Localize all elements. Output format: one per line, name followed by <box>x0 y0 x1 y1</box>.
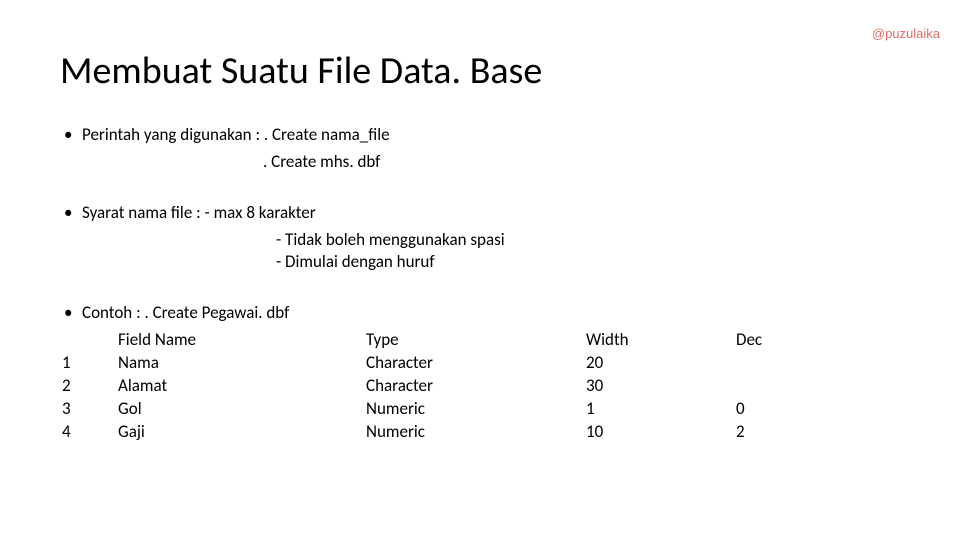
cell-field: Alamat <box>118 375 366 398</box>
page-title: Membuat Suatu File Data. Base <box>60 50 900 94</box>
watermark: @puzulaika <box>872 26 940 41</box>
cell-dec: 2 <box>736 421 840 444</box>
block-perintah: Perintah yang digunakan : . Create nama_… <box>60 124 900 174</box>
cell-num: 1 <box>60 352 118 375</box>
cell-type: Numeric <box>366 421 586 444</box>
col-type-header: Type <box>366 329 586 352</box>
syarat-line3: - Dimulai dengan huruf <box>60 251 900 274</box>
table-row: 3 Gol Numeric 1 0 <box>60 398 840 421</box>
col-num-header <box>60 329 118 352</box>
cell-field: Nama <box>118 352 366 375</box>
col-width-header: Width <box>586 329 736 352</box>
cell-num: 3 <box>60 398 118 421</box>
col-dec-header: Dec <box>736 329 840 352</box>
cell-width: 10 <box>586 421 736 444</box>
body-text: Perintah yang digunakan : . Create nama_… <box>60 124 900 444</box>
cell-dec: 0 <box>736 398 840 421</box>
slide-content: Membuat Suatu File Data. Base Perintah y… <box>0 0 960 444</box>
bullet-syarat: Syarat nama file : - max 8 karakter <box>60 202 900 225</box>
cell-width: 30 <box>586 375 736 398</box>
col-field-header: Field Name <box>118 329 366 352</box>
table-header-row: Field Name Type Width Dec <box>60 329 840 352</box>
cell-type: Character <box>366 375 586 398</box>
cell-type: Character <box>366 352 586 375</box>
cell-width: 20 <box>586 352 736 375</box>
cell-field: Gol <box>118 398 366 421</box>
cell-dec <box>736 375 840 398</box>
block-contoh: Contoh : . Create Pegawai. dbf Field Nam… <box>60 302 900 444</box>
cell-type: Numeric <box>366 398 586 421</box>
cell-num: 2 <box>60 375 118 398</box>
syarat-line2: - Tidak boleh menggunakan spasi <box>60 229 900 252</box>
table-row: 1 Nama Character 20 <box>60 352 840 375</box>
cell-dec <box>736 352 840 375</box>
cell-width: 1 <box>586 398 736 421</box>
block-syarat: Syarat nama file : - max 8 karakter - Ti… <box>60 202 900 275</box>
cell-field: Gaji <box>118 421 366 444</box>
cell-num: 4 <box>60 421 118 444</box>
perintah-line2: . Create mhs. dbf <box>60 151 900 174</box>
bullet-perintah: Perintah yang digunakan : . Create nama_… <box>60 124 900 147</box>
table-row: 4 Gaji Numeric 10 2 <box>60 421 840 444</box>
bullet-contoh: Contoh : . Create Pegawai. dbf <box>60 302 900 325</box>
table-row: 2 Alamat Character 30 <box>60 375 840 398</box>
